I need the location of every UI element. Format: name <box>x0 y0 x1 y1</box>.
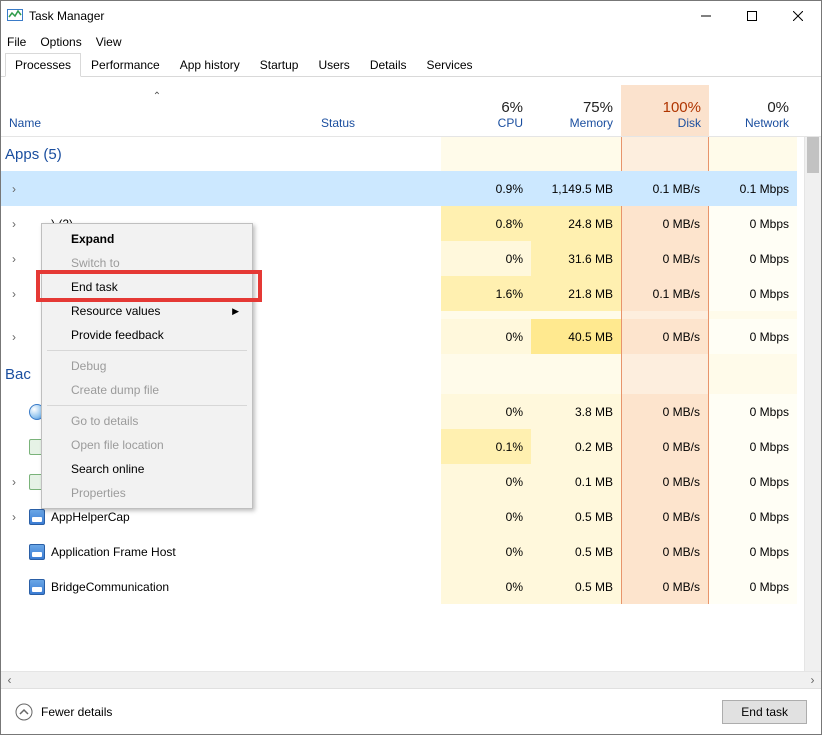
expand-icon[interactable]: › <box>5 182 23 196</box>
table-row[interactable]: › 0.9% 1,149.5 MB 0.1 MB/s 0.1 Mbps <box>1 171 821 206</box>
expand-icon[interactable]: › <box>5 252 23 266</box>
ctx-switch-to: Switch to <box>45 251 249 275</box>
ctx-search-online[interactable]: Search online <box>45 457 249 481</box>
col-cpu[interactable]: 6% CPU <box>441 85 531 136</box>
ctx-resource-values[interactable]: Resource values▶ <box>45 299 249 323</box>
ctx-expand[interactable]: Expand <box>45 227 249 251</box>
footer: Fewer details End task <box>1 688 821 734</box>
col-status[interactable]: Status <box>313 85 441 136</box>
ctx-feedback[interactable]: Provide feedback <box>45 323 249 347</box>
service-icon <box>29 579 45 595</box>
ctx-open-location: Open file location <box>45 433 249 457</box>
expand-icon[interactable]: › <box>5 287 23 301</box>
col-memory[interactable]: 75% Memory <box>531 85 621 136</box>
titlebar: Task Manager <box>1 1 821 31</box>
service-icon <box>29 544 45 560</box>
ctx-properties: Properties <box>45 481 249 505</box>
menu-file[interactable]: File <box>7 35 26 49</box>
task-manager-window: Task Manager File Options View Processes… <box>0 0 822 735</box>
column-headers: ⌃ Name Status 6% CPU 75% Memory 100% Dis… <box>1 85 821 137</box>
tab-details[interactable]: Details <box>360 53 417 76</box>
menubar: File Options View <box>1 31 821 53</box>
tab-processes[interactable]: Processes <box>5 53 81 77</box>
window-title: Task Manager <box>29 9 104 23</box>
ctx-end-task[interactable]: End task <box>45 275 249 299</box>
table-row[interactable]: BridgeCommunication 0% 0.5 MB 0 MB/s 0 M… <box>1 569 821 604</box>
group-apps[interactable]: Apps (5) <box>1 137 821 171</box>
vertical-scrollbar[interactable] <box>804 137 821 671</box>
service-icon <box>29 509 45 525</box>
tabbar: Processes Performance App history Startu… <box>1 53 821 77</box>
ctx-go-to-details: Go to details <box>45 409 249 433</box>
sort-chevron-icon: ⌃ <box>153 91 161 102</box>
col-network[interactable]: 0% Network <box>709 85 797 136</box>
tab-app-history[interactable]: App history <box>170 53 250 76</box>
close-button[interactable] <box>775 1 821 31</box>
expand-icon[interactable]: › <box>5 217 23 231</box>
horizontal-scrollbar[interactable]: ‹ › <box>1 671 821 688</box>
expand-icon[interactable]: › <box>5 475 23 489</box>
separator <box>47 405 247 406</box>
col-name[interactable]: ⌃ Name <box>1 85 313 136</box>
table-row[interactable]: Application Frame Host 0% 0.5 MB 0 MB/s … <box>1 534 821 569</box>
chevron-up-circle-icon <box>15 703 33 721</box>
tab-performance[interactable]: Performance <box>81 53 170 76</box>
scrollbar-thumb[interactable] <box>807 137 819 173</box>
tab-services[interactable]: Services <box>417 53 483 76</box>
submenu-arrow-icon: ▶ <box>232 306 239 317</box>
context-menu: Expand Switch to End task Resource value… <box>41 223 253 509</box>
fewer-details-button[interactable]: Fewer details <box>15 703 112 721</box>
end-task-button[interactable]: End task <box>722 700 807 724</box>
minimize-button[interactable] <box>683 1 729 31</box>
menu-options[interactable]: Options <box>40 35 81 49</box>
maximize-button[interactable] <box>729 1 775 31</box>
expand-icon[interactable]: › <box>5 330 23 344</box>
tab-startup[interactable]: Startup <box>250 53 309 76</box>
task-manager-icon <box>7 7 23 26</box>
scroll-left-icon[interactable]: ‹ <box>1 672 18 688</box>
menu-view[interactable]: View <box>96 35 122 49</box>
col-disk[interactable]: 100% Disk <box>621 85 709 136</box>
ctx-create-dump: Create dump file <box>45 378 249 402</box>
ctx-debug: Debug <box>45 354 249 378</box>
expand-icon[interactable]: › <box>5 510 23 524</box>
separator <box>47 350 247 351</box>
scroll-right-icon[interactable]: › <box>804 672 821 688</box>
tab-users[interactable]: Users <box>308 53 359 76</box>
